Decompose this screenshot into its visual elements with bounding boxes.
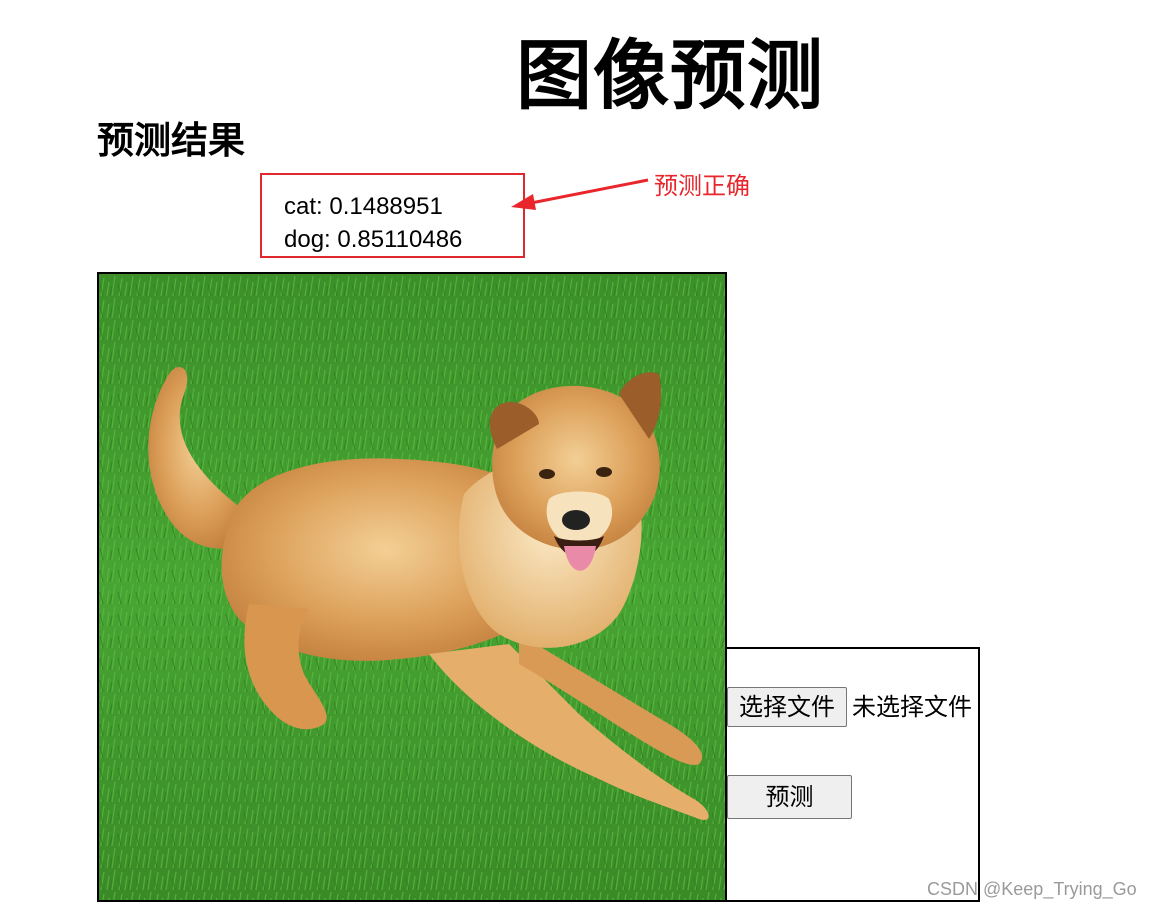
- result-line-dog: dog: 0.85110486: [284, 226, 463, 253]
- annotation-arrow-icon: [511, 178, 649, 210]
- preview-image: [97, 272, 727, 902]
- page-title: 图像预测: [516, 31, 824, 120]
- file-status-text: 未选择文件: [852, 693, 972, 721]
- choose-file-button[interactable]: 选择文件: [727, 687, 847, 727]
- watermark: CSDN @Keep_Trying_Go: [927, 879, 1137, 899]
- predict-button[interactable]: 预测: [727, 775, 852, 819]
- annotation-label: 预测正确: [654, 172, 750, 200]
- result-line-cat: cat: 0.1488951: [284, 193, 443, 220]
- result-heading: 预测结果: [97, 119, 245, 162]
